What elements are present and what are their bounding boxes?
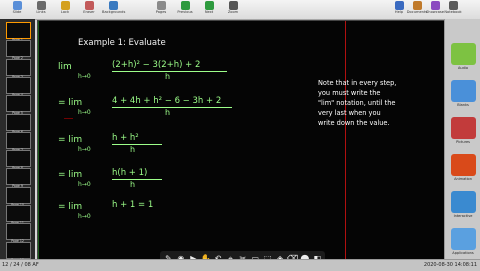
page-thumbnail[interactable] [6,95,31,113]
slide-icon [12,1,22,10]
toolbar-label: Eraser [83,10,95,14]
gallery-label: Applications [452,251,474,255]
clock-text: 2020-08-30 14:08:11 [423,262,477,268]
pictures-icon[interactable] [451,117,476,139]
fraction-bar [112,107,232,108]
toolbar-label: Next [204,10,214,14]
toolbar-label: Pages [155,10,167,14]
page-thumbnail[interactable] [6,186,31,204]
example-title: Example 1: Evaluate [78,38,166,48]
animation-icon[interactable] [451,154,476,176]
numerator: (2+h)² − 3(2+h) + 2 [112,60,201,70]
documents-icon [412,1,422,10]
slide-button[interactable]: Slide [6,1,28,18]
limit-operator: = lim [58,170,83,180]
status-left-text: 12 / 24 / 08 AF [2,262,39,268]
backgrounds-icon [108,1,118,10]
numerator: 4 + 4h + h² − 6 − 3h + 2 [112,96,222,106]
page-thumbnail[interactable] [6,76,31,94]
denominator: h [165,72,171,81]
limit-subscript: h→0 [78,109,91,116]
zoom-icon [228,1,238,10]
gallery-panel: Audio Blanks Pictures Animation Interactive A… [444,19,480,259]
fraction-bar [112,179,162,180]
page-thumbnail[interactable] [6,131,31,149]
denominator: h [165,108,171,117]
numerator: h + h² [112,133,139,143]
audio-icon[interactable] [451,43,476,65]
notebook-icon [448,1,458,10]
showcase-icon [430,1,440,10]
links-icon [36,1,46,10]
fraction-bar [112,144,162,145]
gallery-label: Animation [454,177,472,181]
gallery-label: Interactive [453,214,473,218]
toolbar-label: Backgrounds [102,10,126,14]
zoom-button[interactable]: Zoom [222,1,244,18]
previous-button[interactable]: Previous [174,1,196,18]
numerator: h + 1 = 1 [112,200,154,210]
red-underline-mark: ⎯⎯ [64,114,74,124]
next-button[interactable]: Next [198,1,220,18]
toolbar-label: Links [36,10,46,14]
denominator: h [130,145,136,154]
pages-icon [156,1,166,10]
page-thumbnail[interactable] [6,168,31,186]
gallery-label: Pictures [456,140,470,144]
applications-icon[interactable] [451,228,476,250]
gallery-label: Blanks [457,103,469,107]
toolbar-label: Previous [177,10,193,14]
note-text: Note that in every step, you must write … [318,79,397,127]
eraser-button[interactable]: Eraser [78,1,100,18]
whiteboard-canvas[interactable] [37,20,445,260]
page-thumbnail[interactable] [6,113,31,131]
backgrounds-button[interactable]: Backgrounds [102,1,126,18]
limit-subscript: h→0 [78,213,91,220]
gallery-label: Audio [458,66,468,70]
limit-operator: = lim [58,202,83,212]
help-icon [394,1,404,10]
page-thumbnail[interactable] [6,150,31,168]
margin-line [38,21,39,259]
previous-icon [180,1,190,10]
page-thumbnail[interactable] [6,241,31,259]
lock-icon [60,1,70,10]
toolbar-label: Help [394,10,404,14]
links-button[interactable]: Links [30,1,52,18]
toolbar-label: Slide [12,10,22,14]
divider-line [345,21,346,259]
limit-subscript: h→0 [78,146,91,153]
page-thumbnail[interactable] [6,40,31,58]
denominator: h [130,180,136,189]
toolbar-label: Notebook [444,10,462,14]
toolbar-label: Lock [60,10,70,14]
next-icon [204,1,214,10]
pages-button[interactable]: Pages [150,1,172,18]
page-sorter-sidebar: Page 1Page 2Page 3Page 4Page 5Page 6Page… [0,19,35,262]
page-thumbnail[interactable] [6,58,31,76]
notebook-button[interactable]: Notebook [442,1,464,18]
page-thumbnail[interactable] [6,22,31,39]
lock-button[interactable]: Lock [54,1,76,18]
toolbar-label: Zoom [227,10,239,14]
interactive-icon[interactable] [451,191,476,213]
page-thumbnail[interactable] [6,205,31,222]
status-bar: 12 / 24 / 08 AF 2020-08-30 14:08:11 [0,259,480,271]
page-thumbnail[interactable] [6,223,31,241]
eraser-icon [84,1,94,10]
limit-subscript: h→0 [78,73,91,80]
limit-operator: = lim [58,135,83,145]
limit-operator: lim [58,62,72,72]
limit-subscript: h→0 [78,181,91,188]
numerator: h(h + 1) [112,168,148,178]
main-toolbar: Slide Links Lock Eraser Backgrounds Pages Prev… [0,0,480,20]
blanks-icon[interactable] [451,80,476,102]
limit-operator: = lim [58,98,83,108]
